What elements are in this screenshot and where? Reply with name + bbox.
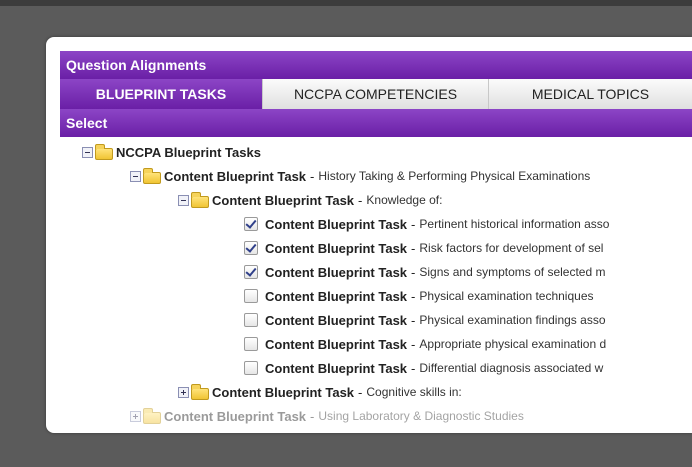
tree-leaf-item: Content Blueprint Task - Signs and sympt…: [60, 260, 692, 284]
collapse-toggle-icon[interactable]: [178, 194, 189, 206]
select-header: Select: [60, 109, 692, 137]
tab-bar: BLUEPRINT TASKS NCCPA COMPETENCIES MEDIC…: [60, 79, 692, 109]
question-alignments-panel: Question Alignments BLUEPRINT TASKS NCCP…: [46, 37, 692, 433]
checkbox[interactable]: [244, 313, 258, 327]
tree-node-description: Cognitive skills in:: [366, 385, 462, 399]
tree-node-level2: Content Blueprint Task - Knowledge of:: [60, 188, 692, 212]
tree-leaf-label[interactable]: Content Blueprint Task: [265, 361, 407, 376]
tree-leaf-description: Appropriate physical examination d: [419, 337, 607, 351]
panel-content: Question Alignments BLUEPRINT TASKS NCCP…: [60, 51, 692, 433]
collapse-toggle-icon[interactable]: [82, 146, 93, 158]
expand-toggle-icon[interactable]: [130, 410, 141, 422]
checkbox[interactable]: [244, 241, 258, 255]
tree-leaf-item: Content Blueprint Task - Appropriate phy…: [60, 332, 692, 356]
separator-dash: -: [310, 168, 315, 184]
tree-leaf-description: Pertinent historical information asso: [419, 217, 610, 231]
tree-leaf-label[interactable]: Content Blueprint Task: [265, 313, 407, 328]
tree-leaf-label[interactable]: Content Blueprint Task: [265, 265, 407, 280]
tree-leaf-item: Content Blueprint Task - Pertinent histo…: [60, 212, 692, 236]
tree-node-level2-collapsed: Content Blueprint Task - Cognitive skill…: [60, 380, 692, 404]
top-strip: [0, 0, 692, 6]
folder-icon: [143, 167, 161, 184]
expand-toggle-icon[interactable]: [178, 386, 189, 398]
checkbox[interactable]: [244, 361, 258, 375]
separator-dash: -: [411, 336, 416, 352]
tree-leaf-description: Physical examination techniques: [419, 289, 594, 303]
folder-icon: [191, 383, 209, 400]
separator-dash: -: [411, 264, 416, 280]
folder-icon: [95, 143, 113, 160]
tree-node-description: Using Laboratory & Diagnostic Studies: [318, 409, 524, 423]
tree-leaf-item: Content Blueprint Task - Differential di…: [60, 356, 692, 380]
tree-leaf-label[interactable]: Content Blueprint Task: [265, 337, 407, 352]
tree-node-label[interactable]: Content Blueprint Task: [212, 193, 354, 208]
tree-leaf-item: Content Blueprint Task - Physical examin…: [60, 308, 692, 332]
tree-leaf-description: Signs and symptoms of selected m: [419, 265, 606, 279]
tree-leaf-label[interactable]: Content Blueprint Task: [265, 289, 407, 304]
tree-leaf-description: Differential diagnosis associated w: [419, 361, 604, 375]
checkbox[interactable]: [244, 217, 258, 231]
folder-icon: [191, 191, 209, 208]
separator-dash: -: [411, 240, 416, 256]
checkbox[interactable]: [244, 337, 258, 351]
tab-medical-topics[interactable]: MEDICAL TOPICS: [488, 79, 692, 109]
tree-leaf-label[interactable]: Content Blueprint Task: [265, 217, 407, 232]
collapse-toggle-icon[interactable]: [130, 170, 141, 182]
separator-dash: -: [358, 192, 363, 208]
checkbox[interactable]: [244, 289, 258, 303]
checkbox[interactable]: [244, 265, 258, 279]
tree-node-label[interactable]: NCCPA Blueprint Tasks: [116, 145, 261, 160]
tree-node-level1: Content Blueprint Task - History Taking …: [60, 164, 692, 188]
tree-leaf-item: Content Blueprint Task - Risk factors fo…: [60, 236, 692, 260]
tree-leaf-description: Physical examination findings asso: [419, 313, 606, 327]
tree-leaf-item: Content Blueprint Task - Physical examin…: [60, 284, 692, 308]
tree-node-root: NCCPA Blueprint Tasks: [60, 140, 692, 164]
tab-nccpa-competencies[interactable]: NCCPA COMPETENCIES: [262, 79, 488, 109]
separator-dash: -: [411, 312, 416, 328]
tree-leaf-label[interactable]: Content Blueprint Task: [265, 241, 407, 256]
tree-node-label[interactable]: Content Blueprint Task: [164, 409, 306, 424]
tree-node-level1-collapsed: Content Blueprint Task - Using Laborator…: [60, 404, 692, 428]
tree-node-label[interactable]: Content Blueprint Task: [212, 385, 354, 400]
panel-title: Question Alignments: [60, 51, 692, 79]
separator-dash: -: [358, 384, 363, 400]
tree-node-description: Knowledge of:: [366, 193, 443, 207]
separator-dash: -: [411, 360, 416, 376]
tab-blueprint-tasks[interactable]: BLUEPRINT TASKS: [60, 79, 262, 109]
blueprint-tree: NCCPA Blueprint Tasks Content Blueprint …: [60, 137, 692, 428]
folder-icon: [143, 407, 161, 424]
separator-dash: -: [411, 288, 416, 304]
tree-node-description: History Taking & Performing Physical Exa…: [318, 169, 591, 183]
tree-node-label[interactable]: Content Blueprint Task: [164, 169, 306, 184]
tree-leaf-description: Risk factors for development of sel: [419, 241, 604, 255]
separator-dash: -: [411, 216, 416, 232]
separator-dash: -: [310, 408, 315, 424]
